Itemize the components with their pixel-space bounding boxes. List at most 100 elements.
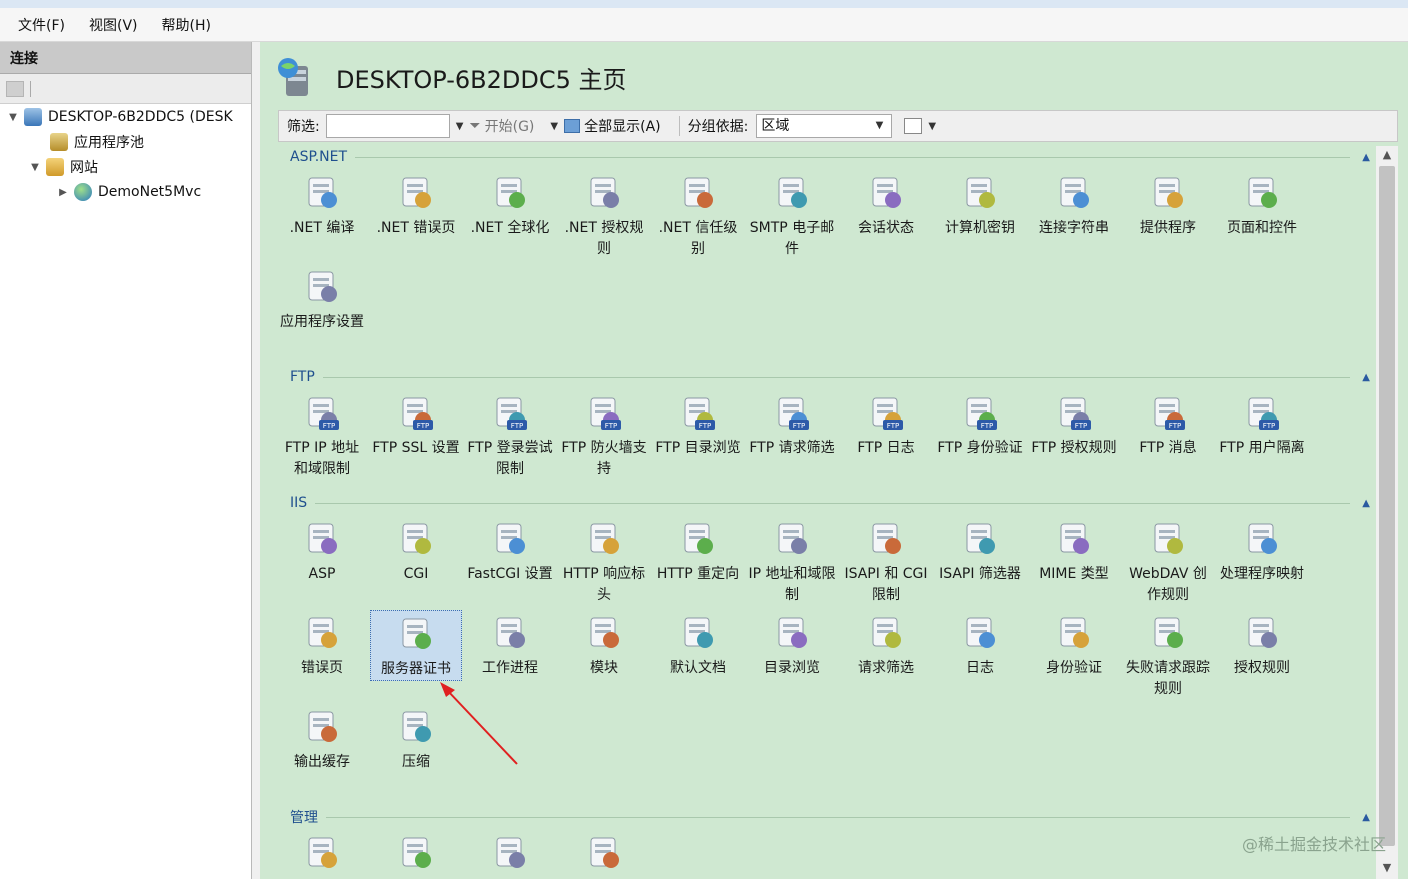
- feature-tile[interactable]: FTP FTP 日志: [840, 390, 932, 459]
- feature-label: 输出缓存: [294, 754, 350, 770]
- section-management[interactable]: 管理 ▲: [290, 808, 1370, 826]
- feature-tile[interactable]: 工作进程: [464, 610, 556, 679]
- feature-tile[interactable]: 日志: [934, 610, 1026, 679]
- view-mode-icon[interactable]: [904, 118, 923, 134]
- feature-label: WebDAV 创作规则: [1129, 566, 1207, 603]
- collapse-icon[interactable]: ▲: [1362, 812, 1370, 823]
- feature-tile[interactable]: 目录浏览: [746, 610, 838, 679]
- feature-tile[interactable]: 失败请求跟踪规则: [1122, 610, 1214, 700]
- feature-icon: [1055, 520, 1093, 558]
- filter-input[interactable]: [325, 114, 450, 138]
- feature-tile[interactable]: ISAPI 筛选器: [934, 516, 1026, 585]
- feature-tile[interactable]: 输出缓存: [276, 704, 368, 773]
- collapse-icon[interactable]: ▲: [1362, 498, 1370, 509]
- feature-tile[interactable]: 服务器证书: [370, 610, 462, 681]
- feature-tile[interactable]: 提供程序: [1122, 170, 1214, 239]
- feature-tile[interactable]: WebDAV 创作规则: [1122, 516, 1214, 606]
- feature-label: FTP 请求筛选: [749, 440, 835, 456]
- feature-tile[interactable]: HTTP 响应标头: [558, 516, 650, 606]
- scroll-down-icon[interactable]: ▼: [1376, 861, 1398, 879]
- feature-tile[interactable]: 授权规则: [1216, 610, 1308, 679]
- connect-icon[interactable]: [6, 80, 24, 97]
- feature-tile[interactable]: .NET 信任级别: [652, 170, 744, 260]
- feature-tile[interactable]: 请求筛选: [840, 610, 932, 679]
- feature-tile[interactable]: [370, 830, 462, 878]
- tree-item-server[interactable]: ▼ DESKTOP-6B2DDC5 (DESK: [6, 105, 233, 129]
- feature-tile[interactable]: [276, 830, 368, 878]
- feature-tile[interactable]: 处理程序映射: [1216, 516, 1308, 585]
- view-dropdown-icon[interactable]: ▼: [928, 121, 936, 132]
- feature-label: .NET 编译: [289, 220, 355, 236]
- group-by-select[interactable]: 区域 ▼: [756, 114, 893, 138]
- feature-tile[interactable]: FTP FTP 防火墙支持: [558, 390, 650, 480]
- feature-tile[interactable]: CGI: [370, 516, 462, 585]
- feature-tile[interactable]: .NET 授权规则: [558, 170, 650, 260]
- feature-icon: [303, 834, 341, 872]
- menu-view[interactable]: 视图(V): [89, 15, 138, 35]
- feature-tile[interactable]: FTP FTP 身份验证: [934, 390, 1026, 459]
- tree-item-label: DemoNet5Mvc: [98, 184, 202, 200]
- feature-icon: [491, 174, 529, 212]
- connections-panel: 连接 ▼ DESKTOP-6B2DDC5 (DESK 应用程序池 ▼ 网站 ▶ …: [0, 42, 252, 879]
- feature-icon: FTP: [773, 394, 811, 432]
- collapse-chevron-icon[interactable]: ▶: [56, 187, 70, 198]
- feature-tile[interactable]: 模块: [558, 610, 650, 679]
- feature-tile[interactable]: FTP FTP 登录尝试限制: [464, 390, 556, 480]
- feature-tile[interactable]: 错误页: [276, 610, 368, 679]
- feature-tile[interactable]: FTP FTP 用户隔离: [1216, 390, 1308, 459]
- scroll-thumb[interactable]: [1379, 166, 1395, 846]
- feature-tile[interactable]: SMTP 电子邮件: [746, 170, 838, 260]
- expand-chevron-icon[interactable]: ▼: [6, 112, 20, 123]
- feature-tile[interactable]: FTP FTP 消息: [1122, 390, 1214, 459]
- start-filter-button[interactable]: ⏷ 开始(G): [469, 116, 534, 136]
- feature-tile[interactable]: .NET 全球化: [464, 170, 556, 239]
- tree-item-label: 网站: [70, 160, 98, 176]
- feature-tile[interactable]: 应用程序设置: [276, 264, 368, 333]
- section-iis[interactable]: IIS ▲: [290, 494, 1370, 512]
- feature-tile[interactable]: IP 地址和域限制: [746, 516, 838, 606]
- section-ftp[interactable]: FTP ▲: [290, 368, 1370, 386]
- feature-tile[interactable]: FastCGI 设置: [464, 516, 556, 585]
- feature-tile[interactable]: FTP FTP 目录浏览: [652, 390, 744, 459]
- feature-icon: [491, 520, 529, 558]
- feature-tile[interactable]: HTTP 重定向: [652, 516, 744, 585]
- scroll-up-icon[interactable]: ▲: [1376, 148, 1398, 166]
- show-all-button[interactable]: 全部显示(A): [564, 116, 661, 136]
- feature-tile[interactable]: 身份验证: [1028, 610, 1120, 679]
- menu-help[interactable]: 帮助(H): [162, 15, 211, 35]
- feature-label: CGI: [403, 566, 429, 582]
- page-title: DESKTOP-6B2DDC5 主页: [336, 66, 627, 94]
- feature-tile[interactable]: [464, 830, 556, 878]
- collapse-icon[interactable]: ▲: [1362, 372, 1370, 383]
- svg-text:FTP: FTP: [417, 422, 429, 430]
- feature-tile[interactable]: .NET 错误页: [370, 170, 462, 239]
- feature-tile[interactable]: 连接字符串: [1028, 170, 1120, 239]
- filter-dropdown-icon[interactable]: ▼: [456, 121, 464, 132]
- section-aspnet[interactable]: ASP.NET ▲: [290, 148, 1370, 166]
- feature-tile[interactable]: FTP FTP 授权规则: [1028, 390, 1120, 459]
- feature-tile[interactable]: 页面和控件: [1216, 170, 1308, 239]
- feature-tile[interactable]: FTP FTP 请求筛选: [746, 390, 838, 459]
- feature-tile[interactable]: MIME 类型: [1028, 516, 1120, 585]
- feature-tile[interactable]: FTP FTP IP 地址和域限制: [276, 390, 368, 480]
- expand-chevron-icon[interactable]: ▼: [28, 162, 42, 173]
- tree-item-app-pools[interactable]: 应用程序池: [32, 130, 144, 154]
- feature-tile[interactable]: 会话状态: [840, 170, 932, 239]
- feature-tile[interactable]: [558, 830, 650, 878]
- vertical-scrollbar[interactable]: ▲ ▼: [1376, 146, 1398, 879]
- feature-tile[interactable]: 压缩: [370, 704, 462, 773]
- tree-item-sites[interactable]: ▼ 网站: [28, 155, 98, 179]
- collapse-icon[interactable]: ▲: [1362, 152, 1370, 163]
- start-dropdown-icon[interactable]: ▼: [550, 121, 558, 132]
- feature-icon: [679, 174, 717, 212]
- feature-tile[interactable]: ISAPI 和 CGI 限制: [840, 516, 932, 606]
- feature-tile[interactable]: ASP: [276, 516, 368, 585]
- menu-file[interactable]: 文件(F): [18, 15, 65, 35]
- feature-label: ASP: [308, 566, 336, 582]
- feature-tile[interactable]: 计算机密钥: [934, 170, 1026, 239]
- feature-tile[interactable]: 默认文档: [652, 610, 744, 679]
- feature-tile[interactable]: .NET 编译: [276, 170, 368, 239]
- feature-icon: FTP: [679, 394, 717, 432]
- feature-tile[interactable]: FTP FTP SSL 设置: [370, 390, 462, 459]
- tree-item-demonet5mvc[interactable]: ▶ DemoNet5Mvc: [56, 180, 201, 204]
